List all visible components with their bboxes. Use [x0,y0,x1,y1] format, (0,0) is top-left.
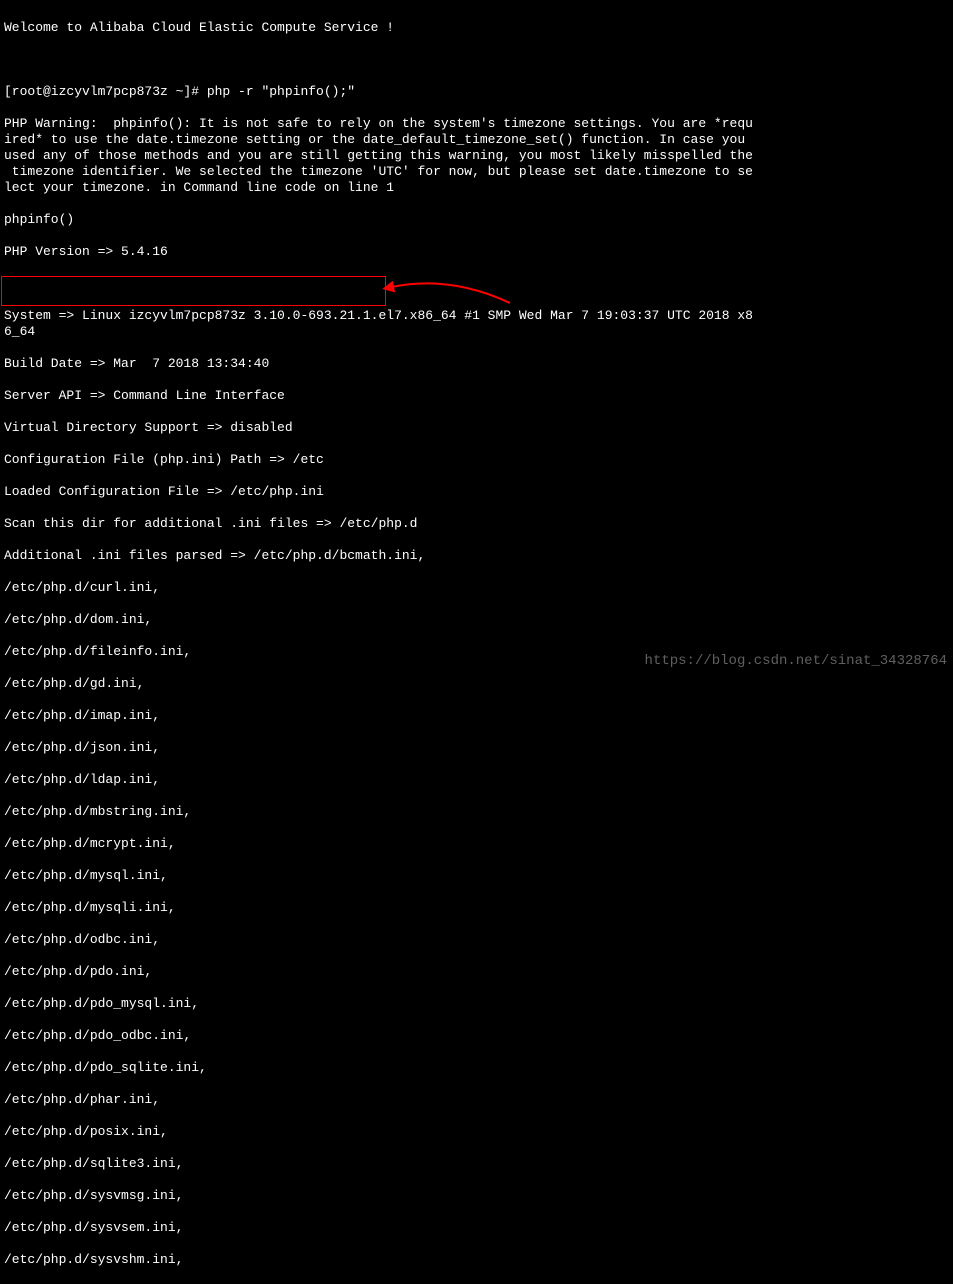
ini-file: /etc/php.d/mcrypt.ini, [4,836,949,852]
ini-file: /etc/php.d/sysvmsg.ini, [4,1188,949,1204]
ini-file: /etc/php.d/mbstring.ini, [4,804,949,820]
ini-file: /etc/php.d/mysqli.ini, [4,900,949,916]
blank-line [4,52,949,68]
ini-file: /etc/php.d/pdo_sqlite.ini, [4,1060,949,1076]
ini-file: /etc/php.d/posix.ini, [4,1124,949,1140]
welcome-line: Welcome to Alibaba Cloud Elastic Compute… [4,20,949,36]
php-version: PHP Version => 5.4.16 [4,244,949,260]
ini-file: /etc/php.d/sysvsem.ini, [4,1220,949,1236]
ini-file: /etc/php.d/pdo.ini, [4,964,949,980]
ini-file: /etc/php.d/imap.ini, [4,708,949,724]
ini-file: /etc/php.d/json.ini, [4,740,949,756]
watermark-text: https://blog.csdn.net/sinat_34328764 [645,653,947,669]
ini-file: /etc/php.d/dom.ini, [4,612,949,628]
prompt-line: [root@izcyvlm7pcp873z ~]# php -r "phpinf… [4,84,949,100]
config-file-path: Configuration File (php.ini) Path => /et… [4,452,949,468]
ini-file: /etc/php.d/odbc.ini, [4,932,949,948]
ini-file: /etc/php.d/curl.ini, [4,580,949,596]
ini-file: /etc/php.d/ldap.ini, [4,772,949,788]
ini-file: /etc/php.d/gd.ini, [4,676,949,692]
system-line: System => Linux izcyvlm7pcp873z 3.10.0-6… [4,308,949,340]
loaded-config: Loaded Configuration File => /etc/php.in… [4,484,949,500]
virtual-dir: Virtual Directory Support => disabled [4,420,949,436]
warning-block: PHP Warning: phpinfo(): It is not safe t… [4,116,949,196]
build-date: Build Date => Mar 7 2018 13:34:40 [4,356,949,372]
ini-file: /etc/php.d/phar.ini, [4,1092,949,1108]
ini-file: /etc/php.d/sqlite3.ini, [4,1156,949,1172]
terminal-output[interactable]: Welcome to Alibaba Cloud Elastic Compute… [4,4,949,1284]
ini-file: /etc/php.d/mysql.ini, [4,868,949,884]
server-api: Server API => Command Line Interface [4,388,949,404]
blank-line [4,276,949,292]
phpinfo-header: phpinfo() [4,212,949,228]
ini-file: /etc/php.d/sysvshm.ini, [4,1252,949,1268]
scan-dir: Scan this dir for additional .ini files … [4,516,949,532]
ini-file: /etc/php.d/pdo_odbc.ini, [4,1028,949,1044]
ini-file: /etc/php.d/pdo_mysql.ini, [4,996,949,1012]
additional-ini: Additional .ini files parsed => /etc/php… [4,548,949,564]
